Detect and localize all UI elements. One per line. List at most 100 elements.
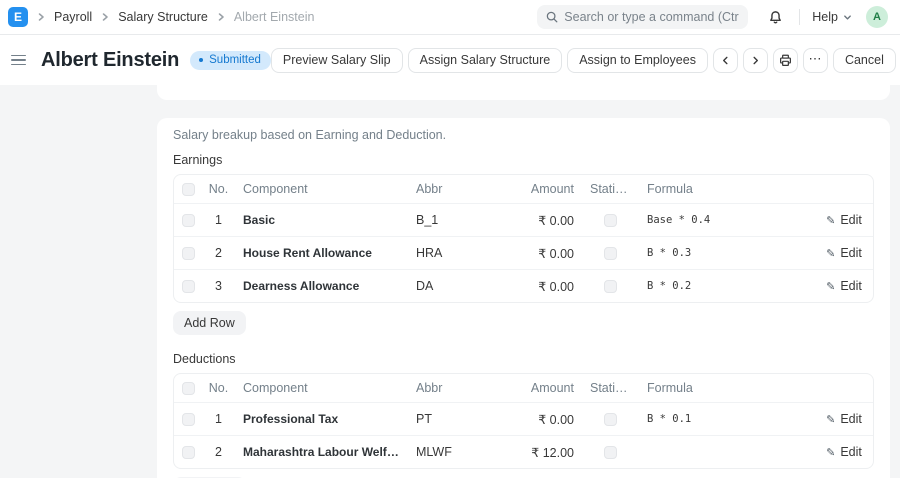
abbr-cell[interactable]: HRA bbox=[408, 239, 467, 267]
row-checkbox[interactable] bbox=[182, 280, 195, 293]
abbr-cell[interactable]: PT bbox=[408, 405, 467, 433]
edit-row-button[interactable]: ✎ Edit bbox=[822, 244, 866, 262]
table-row: 1 Basic B_1 ₹ 0.00 Base * 0.4 ✎ Edit bbox=[174, 203, 873, 236]
row-checkbox[interactable] bbox=[182, 413, 195, 426]
row-number: 3 bbox=[202, 272, 235, 300]
table-row: 2 Maharashtra Labour Welfare Fund MLWF ₹… bbox=[174, 435, 873, 468]
previous-document-button[interactable] bbox=[713, 48, 738, 73]
abbr-cell[interactable]: DA bbox=[408, 272, 467, 300]
column-header-amount: Amount bbox=[467, 374, 582, 402]
column-header-statistical: Statistic... bbox=[582, 374, 639, 402]
breadcrumb-current: Albert Einstein bbox=[234, 10, 315, 24]
help-label: Help bbox=[812, 10, 838, 24]
statistical-component-checkbox[interactable] bbox=[604, 413, 617, 426]
edit-row-button[interactable]: ✎ Edit bbox=[822, 410, 866, 428]
notifications-button[interactable] bbox=[764, 8, 787, 27]
select-all-checkbox[interactable] bbox=[182, 382, 195, 395]
navbar: E Payroll Salary Structure Albert Einste… bbox=[0, 0, 900, 35]
breadcrumb: Payroll Salary Structure Albert Einstein bbox=[28, 10, 314, 24]
row-checkbox[interactable] bbox=[182, 214, 195, 227]
amount-cell[interactable]: ₹ 0.00 bbox=[467, 405, 582, 434]
component-cell[interactable]: House Rent Allowance bbox=[235, 239, 408, 267]
print-button[interactable] bbox=[773, 48, 798, 73]
table-row: 3 Dearness Allowance DA ₹ 0.00 B * 0.2 ✎… bbox=[174, 269, 873, 302]
earnings-add-row-button[interactable]: Add Row bbox=[173, 311, 246, 335]
salary-breakup-card: Salary breakup based on Earning and Dedu… bbox=[157, 118, 890, 478]
preview-salary-slip-button[interactable]: Preview Salary Slip bbox=[271, 48, 403, 73]
column-header-no: No. bbox=[202, 175, 235, 203]
table-row: 1 Professional Tax PT ₹ 0.00 B * 0.1 ✎ E… bbox=[174, 402, 873, 435]
row-number: 2 bbox=[202, 438, 235, 466]
ellipsis-icon: ⋯ bbox=[808, 52, 822, 65]
page-actions: Preview Salary Slip Assign Salary Struct… bbox=[271, 48, 896, 73]
table-header-row: No. Component Abbr Amount Statistic... F… bbox=[174, 374, 873, 402]
pencil-icon: ✎ bbox=[826, 247, 835, 260]
navbar-divider bbox=[799, 9, 800, 25]
breadcrumb-salary-structure[interactable]: Salary Structure bbox=[118, 10, 208, 24]
amount-cell[interactable]: ₹ 0.00 bbox=[467, 272, 582, 301]
formula-cell[interactable]: B * 0.3 bbox=[639, 240, 815, 266]
deductions-table: No. Component Abbr Amount Statistic... F… bbox=[173, 373, 874, 469]
abbr-cell[interactable]: MLWF bbox=[408, 438, 467, 466]
status-dot-icon bbox=[199, 58, 203, 62]
bell-icon bbox=[768, 10, 783, 25]
sidebar-toggle-icon[interactable] bbox=[9, 51, 28, 70]
app-logo[interactable]: E bbox=[8, 7, 28, 27]
component-cell[interactable]: Basic bbox=[235, 206, 408, 234]
statistical-component-checkbox[interactable] bbox=[604, 280, 617, 293]
search-placeholder: Search or type a command (Ctrl + G) bbox=[564, 10, 739, 24]
pencil-icon: ✎ bbox=[826, 413, 835, 426]
assign-to-employees-button[interactable]: Assign to Employees bbox=[567, 48, 708, 73]
chevron-down-icon bbox=[843, 13, 852, 22]
edit-row-button[interactable]: ✎ Edit bbox=[822, 443, 866, 461]
formula-cell[interactable]: B * 0.1 bbox=[639, 406, 815, 432]
row-number: 1 bbox=[202, 206, 235, 234]
help-dropdown[interactable]: Help bbox=[812, 10, 852, 24]
menu-ellipsis-button[interactable]: ⋯ bbox=[803, 48, 828, 73]
component-cell[interactable]: Maharashtra Labour Welfare Fund bbox=[235, 438, 408, 466]
assign-salary-structure-button[interactable]: Assign Salary Structure bbox=[408, 48, 563, 73]
edit-row-button[interactable]: ✎ Edit bbox=[822, 277, 866, 295]
amount-cell[interactable]: ₹ 0.00 bbox=[467, 206, 582, 235]
column-header-amount: Amount bbox=[467, 175, 582, 203]
amount-cell[interactable]: ₹ 12.00 bbox=[467, 438, 582, 467]
page-header: Albert Einstein Submitted Preview Salary… bbox=[0, 35, 900, 85]
earnings-section-label: Earnings bbox=[173, 153, 874, 167]
chevron-left-icon bbox=[721, 56, 730, 65]
component-cell[interactable]: Dearness Allowance bbox=[235, 272, 408, 300]
column-header-formula: Formula bbox=[639, 175, 815, 203]
amount-cell[interactable]: ₹ 0.00 bbox=[467, 239, 582, 268]
content-area: Salary breakup based on Earning and Dedu… bbox=[0, 85, 900, 478]
formula-cell[interactable] bbox=[639, 445, 815, 459]
search-icon bbox=[546, 11, 558, 23]
pencil-icon: ✎ bbox=[826, 446, 835, 459]
row-checkbox[interactable] bbox=[182, 247, 195, 260]
next-document-button[interactable] bbox=[743, 48, 768, 73]
column-header-abbr: Abbr bbox=[408, 175, 467, 203]
breadcrumb-payroll[interactable]: Payroll bbox=[54, 10, 92, 24]
abbr-cell[interactable]: B_1 bbox=[408, 206, 467, 234]
table-row: 2 House Rent Allowance HRA ₹ 0.00 B * 0.… bbox=[174, 236, 873, 269]
column-header-abbr: Abbr bbox=[408, 374, 467, 402]
component-cell[interactable]: Professional Tax bbox=[235, 405, 408, 433]
user-avatar[interactable]: A bbox=[866, 6, 888, 28]
chevron-right-icon bbox=[751, 56, 760, 65]
chevron-right-icon bbox=[37, 13, 45, 21]
column-header-no: No. bbox=[202, 374, 235, 402]
search-input[interactable]: Search or type a command (Ctrl + G) bbox=[537, 5, 748, 29]
statistical-component-checkbox[interactable] bbox=[604, 214, 617, 227]
section-description: Salary breakup based on Earning and Dedu… bbox=[173, 127, 874, 143]
column-header-component: Component bbox=[235, 175, 408, 203]
printer-icon bbox=[779, 54, 792, 67]
cancel-button[interactable]: Cancel bbox=[833, 48, 896, 73]
row-checkbox[interactable] bbox=[182, 446, 195, 459]
statistical-component-checkbox[interactable] bbox=[604, 446, 617, 459]
page-title: Albert Einstein bbox=[41, 49, 179, 72]
formula-cell[interactable]: Base * 0.4 bbox=[639, 207, 815, 233]
edit-row-button[interactable]: ✎ Edit bbox=[822, 211, 866, 229]
statistical-component-checkbox[interactable] bbox=[604, 247, 617, 260]
select-all-checkbox[interactable] bbox=[182, 183, 195, 196]
row-number: 1 bbox=[202, 405, 235, 433]
formula-cell[interactable]: B * 0.2 bbox=[639, 273, 815, 299]
column-header-component: Component bbox=[235, 374, 408, 402]
